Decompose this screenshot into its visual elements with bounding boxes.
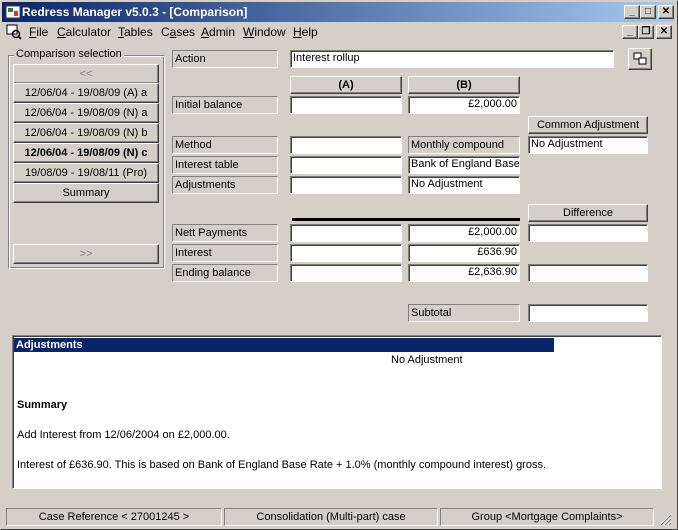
ending-balance-difference-field[interactable] [528,264,648,282]
selection-next-button[interactable]: >> [13,244,159,264]
column-a-header: (A) [290,76,402,94]
nett-payments-b-field[interactable]: £2,000.00 [408,224,520,242]
interest-table-b-field[interactable]: Bank of England Base [408,156,520,174]
selection-item-1[interactable]: 12/06/04 - 19/08/09 (A) a [13,83,159,103]
mdi-restore-button[interactable]: ❐ [638,25,654,39]
minimize-button[interactable]: _ [624,5,640,19]
initial-balance-a-field[interactable] [290,96,402,114]
selection-item-2[interactable]: 12/06/04 - 19/08/09 (N) a [13,103,159,123]
adjustments-a-field[interactable] [290,176,402,194]
action-field[interactable]: Interest rollup [290,50,614,68]
totals-separator [292,218,520,221]
window-swap-icon [633,52,647,65]
selection-prev-button[interactable]: << [13,64,159,84]
common-adjustment-field[interactable]: No Adjustment [528,136,648,154]
status-bar: Case Reference < 27001245 > Consolidatio… [2,506,676,528]
close-button[interactable]: ✕ [658,5,674,19]
resize-grip-icon[interactable] [658,512,672,526]
menu-tables[interactable]: Tables [118,25,153,39]
selection-item-3[interactable]: 12/06/04 - 19/08/09 (N) b [13,123,159,143]
status-group: Group <Mortgage Complaints> [440,508,654,526]
mdi-close-button[interactable]: ✕ [656,25,672,39]
initial-balance-label: Initial balance [172,96,278,114]
adjustments-b-field[interactable]: No Adjustment [408,176,520,194]
selection-item-4[interactable]: 12/06/04 - 19/08/09 (N) c [13,143,159,163]
summary-line-1: Add Interest from 12/06/2004 on £2,000.0… [17,429,230,441]
mdi-minimize-button[interactable]: _ [622,25,638,39]
column-b-header: (B) [408,76,520,94]
menu-calculator[interactable]: Calculator [57,25,111,39]
menu-file[interactable]: File [29,25,48,39]
nett-payments-a-field[interactable] [290,224,402,242]
interest-table-label: Interest table [172,156,278,174]
status-case-type: Consolidation (Multi-part) case [224,508,438,526]
summary-heading: Summary [17,399,68,411]
menu-window[interactable]: Window [243,25,286,39]
selection-item-5[interactable]: 19/08/09 - 19/08/11 (Pro) [13,163,159,183]
title-bar[interactable]: Redress Manager v5.0.3 - [Comparison] _ … [2,2,674,22]
menu-bar: File Calculator Tables Cases Admin Windo… [2,23,674,41]
method-b-value: Monthly compound [408,136,520,154]
document-window-icon[interactable] [6,24,22,40]
adjustments-label: Adjustments [172,176,278,194]
menu-admin[interactable]: Admin [201,25,235,39]
initial-balance-b-field[interactable]: £2,000.00 [408,96,520,114]
method-label: Method [172,136,278,154]
adjustments-header-bar[interactable]: Adjustments [14,338,554,352]
summary-line-2: Interest of £636.90. This is based on Ba… [17,459,547,471]
ending-balance-b-field[interactable]: £2,636.90 [408,264,520,282]
selection-summary-button[interactable]: Summary [13,183,159,203]
interest-label: Interest [172,244,278,262]
interest-a-field[interactable] [290,244,402,262]
difference-header: Difference [528,204,648,222]
action-options-button[interactable] [628,48,652,70]
action-label: Action [172,50,278,68]
adjustments-text: No Adjustment [391,354,463,366]
maximize-button[interactable]: □ [640,5,656,19]
common-adjustment-header: Common Adjustment [528,116,648,134]
interest-table-a-field[interactable] [290,156,402,174]
subtotal-label: Subtotal [408,304,520,322]
menu-cases[interactable]: Cases [161,25,195,39]
subtotal-field[interactable] [528,304,648,322]
ending-balance-a-field[interactable] [290,264,402,282]
comparison-selection-legend: Comparison selection [14,48,124,60]
nett-payments-label: Nett Payments [172,224,278,242]
menu-help[interactable]: Help [293,25,318,39]
ending-balance-label: Ending balance [172,264,278,282]
app-icon [5,5,21,19]
interest-b-field[interactable]: £636.90 [408,244,520,262]
nett-payments-difference-field[interactable] [528,224,648,242]
method-a-field[interactable] [290,136,402,154]
status-case-reference: Case Reference < 27001245 > [6,508,222,526]
window-title: Redress Manager v5.0.3 - [Comparison] [22,5,248,19]
